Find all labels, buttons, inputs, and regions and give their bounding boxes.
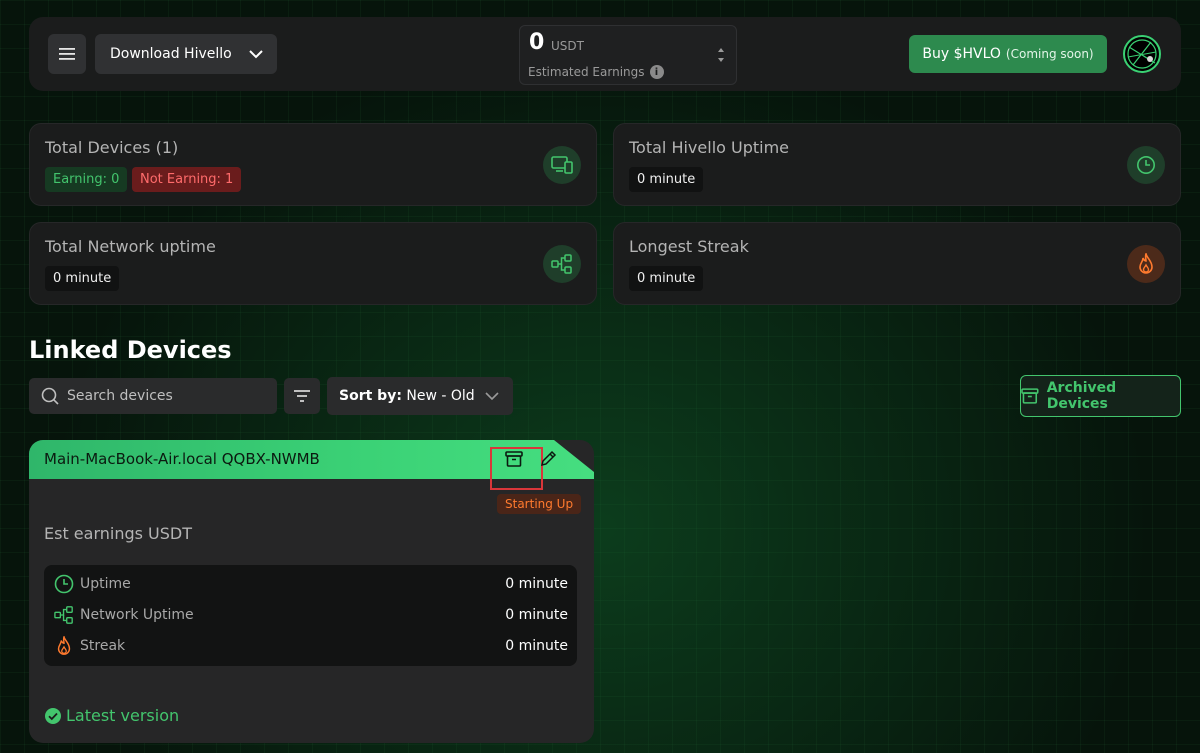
metrics-panel: Uptime 0 minute Network Uptime 0 minute <box>44 565 577 666</box>
search-box[interactable] <box>29 378 277 414</box>
earnings-label: Estimated Earnings <box>528 65 645 79</box>
flame-icon <box>57 636 71 655</box>
download-label: Download Hivello <box>110 46 232 62</box>
flame-icon-wrap <box>1127 245 1165 283</box>
sort-value: New - Old <box>406 388 475 404</box>
archived-devices-button[interactable]: Archived Devices <box>1020 375 1181 417</box>
sort-prefix: Sort by: <box>339 388 402 404</box>
filter-icon <box>294 390 310 402</box>
filter-button[interactable] <box>284 378 320 414</box>
longest-streak-value: 0 minute <box>629 266 704 291</box>
metric-row-network-uptime: Network Uptime 0 minute <box>54 603 568 627</box>
hivello-uptime-title: Total Hivello Uptime <box>629 138 790 157</box>
devices-icon-wrap <box>543 146 581 184</box>
hamburger-icon <box>59 48 75 60</box>
earnings-value: 0 <box>529 30 545 55</box>
hivello-uptime-card: Total Hivello Uptime 0 minute <box>613 123 1181 206</box>
estimated-earnings-box[interactable]: 0 USDT Estimated Earnings i <box>519 25 737 85</box>
sort-text: Sort by: New - Old <box>339 388 475 404</box>
buy-label: Buy $HVLO <box>922 46 1001 62</box>
metric-value: 0 minute <box>505 638 568 654</box>
device-card: Main-MacBook-Air.local QQBX-NWMB Startin… <box>29 440 594 743</box>
devices-icon <box>551 156 573 174</box>
network-uptime-value: 0 minute <box>45 266 120 291</box>
clock-icon-wrap <box>1127 146 1165 184</box>
network-uptime-title: Total Network uptime <box>45 237 216 256</box>
metric-left: Streak <box>54 636 125 656</box>
metric-label: Uptime <box>80 576 131 592</box>
buy-hvlo-button[interactable]: Buy $HVLO (Coming soon) <box>909 35 1107 73</box>
earnings-label-row: Estimated Earnings i <box>528 65 664 79</box>
total-devices-card: Total Devices (1) Earning: 0 Not Earning… <box>29 123 597 206</box>
latest-version-label: Latest version <box>66 706 180 725</box>
info-icon[interactable]: i <box>649 65 664 79</box>
search-icon <box>41 387 59 405</box>
network-icon <box>551 254 572 274</box>
avatar[interactable] <box>1123 35 1161 73</box>
metric-row-uptime: Uptime 0 minute <box>54 572 568 596</box>
metric-left: Network Uptime <box>54 605 194 625</box>
total-devices-title: Total Devices (1) <box>45 138 179 157</box>
network-uptime-card: Total Network uptime 0 minute <box>29 222 597 305</box>
clock-icon <box>54 574 74 594</box>
check-circle-icon <box>45 707 61 724</box>
top-bar: Download Hivello 0 USDT Estimated Earnin… <box>29 17 1181 91</box>
not-earning-badge: Not Earning: 1 <box>132 167 242 192</box>
metric-label: Network Uptime <box>80 607 194 623</box>
latest-version-row: Latest version <box>44 706 179 725</box>
menu-button[interactable] <box>48 34 86 74</box>
metric-left: Uptime <box>54 574 131 594</box>
earnings-unit: USDT <box>551 39 584 53</box>
edit-pencil-icon[interactable] <box>539 450 557 468</box>
flame-icon <box>1139 253 1153 274</box>
buy-sublabel: (Coming soon) <box>1005 47 1094 61</box>
chevron-down-icon <box>485 392 499 400</box>
network-icon-wrap <box>543 245 581 283</box>
metric-row-streak: Streak 0 minute <box>54 634 568 658</box>
chevron-down-icon <box>249 49 263 58</box>
metric-value: 0 minute <box>505 576 568 592</box>
longest-streak-card: Longest Streak 0 minute <box>613 222 1181 305</box>
clock-icon <box>1137 156 1155 174</box>
metric-label: Streak <box>80 638 126 654</box>
network-icon <box>54 606 73 624</box>
archive-icon <box>1021 388 1039 404</box>
sort-dropdown[interactable]: Sort by: New - Old <box>327 377 513 415</box>
longest-streak-title: Longest Streak <box>629 237 749 256</box>
linked-devices-title: Linked Devices <box>29 336 232 364</box>
archive-device-icon[interactable] <box>505 450 523 468</box>
status-badge: Starting Up <box>497 494 582 514</box>
search-input[interactable] <box>67 388 267 404</box>
device-name: Main-MacBook-Air.local QQBX-NWMB <box>44 450 320 468</box>
archived-devices-label: Archived Devices <box>1046 380 1117 412</box>
hivello-uptime-value: 0 minute <box>629 167 704 192</box>
avatar-icon <box>1127 39 1157 69</box>
metric-value: 0 minute <box>505 607 568 623</box>
stepper-icon[interactable] <box>716 46 726 64</box>
download-dropdown[interactable]: Download Hivello <box>95 34 277 74</box>
est-earnings-label: Est earnings USDT <box>44 524 193 543</box>
earning-badge: Earning: 0 <box>45 167 128 192</box>
